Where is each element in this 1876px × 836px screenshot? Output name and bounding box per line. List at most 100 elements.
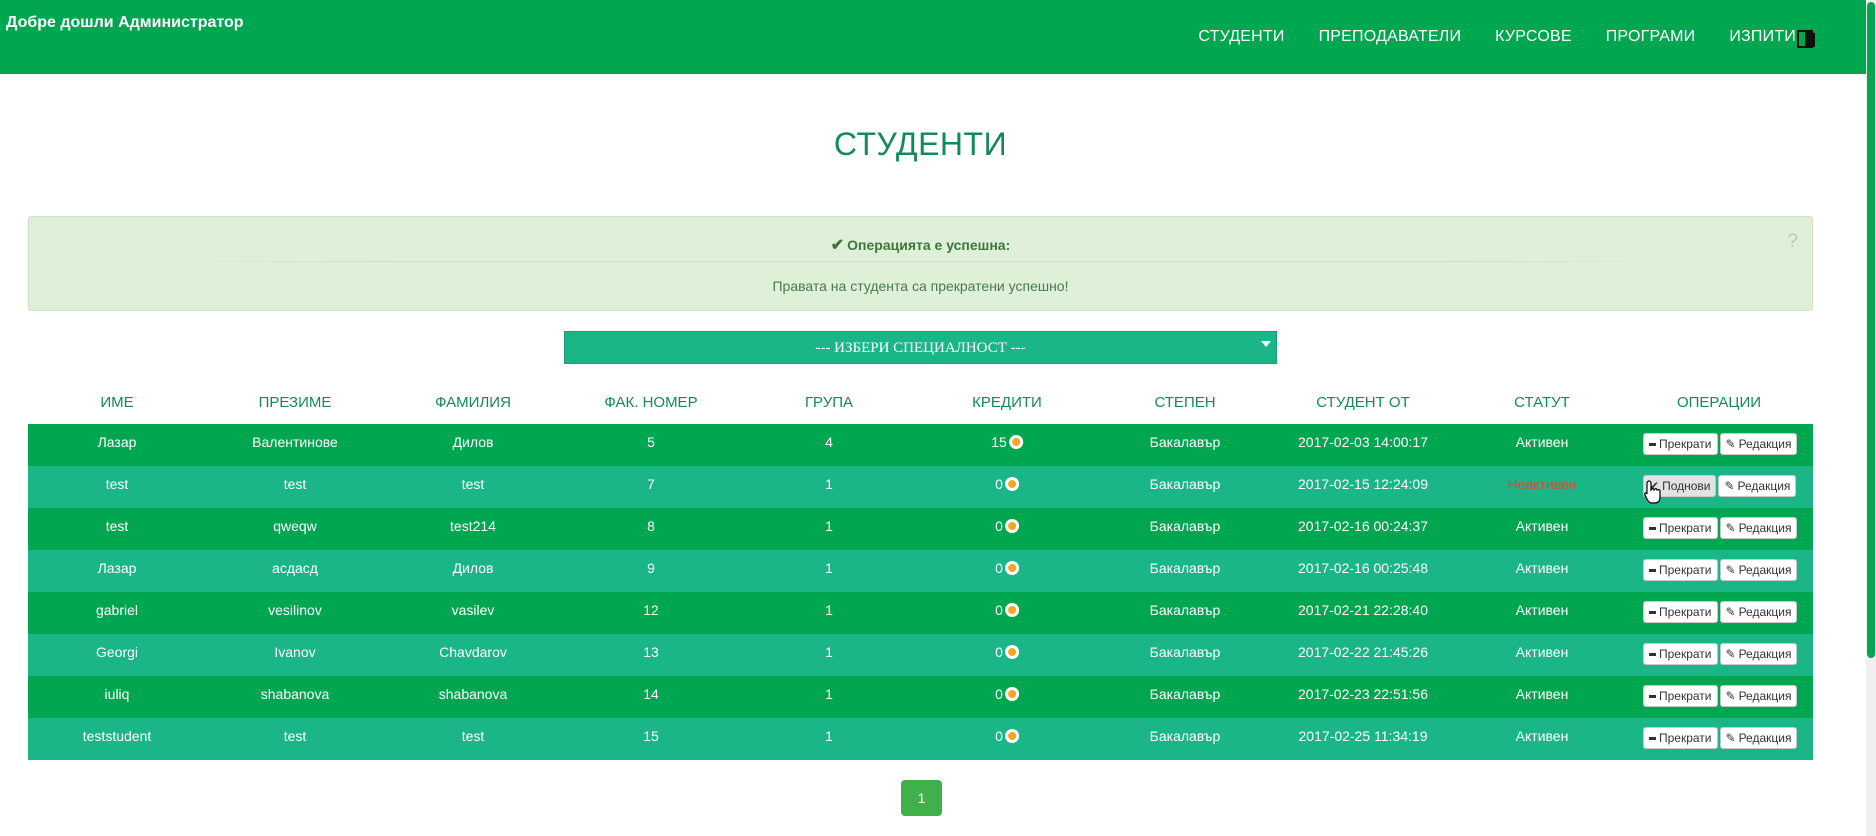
row-operations: ✔ Поднови ✎ Редакция — [1643, 475, 1797, 497]
edit-label: Редакция — [1738, 521, 1792, 535]
nav-exams[interactable]: ИЗПИТИ — [1729, 28, 1796, 46]
table-row: Лазар асдасд Дилов 9 1 0 Бакалавър 2017-02-16 0… — [28, 550, 1813, 592]
cell-group-text: 1 — [825, 602, 833, 618]
col-student-since[interactable]: СТУДЕНТ ОТ — [1316, 394, 1410, 411]
pagination-page-1[interactable]: 1 — [901, 780, 942, 816]
edit-label: Редакция — [1738, 563, 1792, 577]
cell-last-name: test — [462, 728, 485, 744]
cell-last-name-text: Дилов — [452, 560, 494, 576]
cell-middle-name-text: Ivanov — [274, 644, 316, 660]
action-label: Прекрати — [1659, 689, 1712, 703]
cell-last-name: shabanova — [439, 686, 508, 702]
page-title: СТУДЕНТИ — [833, 126, 1008, 162]
col-degree[interactable]: СТЕПЕН — [1154, 394, 1215, 411]
col-last-name[interactable]: ФАМИЛИЯ — [435, 394, 511, 411]
cell-status: Активен — [1516, 434, 1569, 450]
terminate-button[interactable]: Прекрати — [1643, 727, 1718, 749]
cell-group-text: 1 — [825, 728, 833, 744]
minus-icon — [1649, 442, 1656, 446]
cell-faculty-number: 9 — [647, 560, 655, 576]
edit-button[interactable]: ✎ Редакция — [1719, 685, 1798, 707]
minus-icon — [1649, 526, 1656, 530]
cell-student-since: 2017-02-23 22:51:56 — [1298, 686, 1428, 702]
cell-last-name: Chavdarov — [439, 644, 507, 660]
terminate-button[interactable]: Прекрати — [1643, 685, 1718, 707]
table-row: test test test 7 1 0 Бакалавър 2017-02-15 12:24… — [28, 466, 1813, 508]
credit-coin-icon — [1004, 519, 1019, 533]
cell-degree-text: Бакалавър — [1149, 560, 1221, 576]
col-middle-name[interactable]: ПРЕЗИМЕ — [259, 394, 332, 411]
col-first-name[interactable]: ИМЕ — [100, 394, 133, 411]
terminate-button[interactable]: Прекрати — [1643, 601, 1718, 623]
cell-degree: Бакалавър — [1150, 434, 1221, 450]
edit-button[interactable]: ✎ Редакция — [1719, 517, 1798, 539]
cell-status-text: Активен — [1515, 560, 1569, 576]
cell-student-since-text: 2017-02-25 11:34:19 — [1298, 728, 1428, 744]
cell-middle-name-text: shabanova — [260, 686, 330, 702]
col-faculty-number[interactable]: ФАК. НОМЕР — [604, 394, 697, 411]
edit-button[interactable]: ✎ Редакция — [1718, 475, 1797, 497]
col-status[interactable]: СТАТУТ — [1514, 394, 1570, 411]
terminate-button[interactable]: Прекрати — [1643, 433, 1718, 455]
edit-label: Редакция — [1738, 605, 1792, 619]
cell-faculty-number-text: 8 — [647, 518, 655, 534]
cell-student-since: 2017-02-25 11:34:19 — [1299, 728, 1428, 744]
scrollbar-thumb[interactable] — [1867, 2, 1875, 658]
help-icon[interactable]: ? — [1787, 231, 1798, 253]
cell-first-name-text: test — [105, 518, 129, 534]
action-label: Прекрати — [1659, 605, 1712, 619]
cell-middle-name: vesilinov — [268, 602, 322, 618]
terminate-button[interactable]: Прекрати — [1643, 643, 1718, 665]
cell-faculty-number-text: 7 — [647, 476, 655, 492]
table-row: iuliq shabanova shabanova 14 1 0 Бакалавър 2017… — [28, 676, 1813, 718]
main-nav: СТУДЕНТИ ПРЕПОДАВАТЕЛИ КУРСОВЕ ПРОГРАМИ … — [1164, 28, 1796, 46]
col-credits[interactable]: КРЕДИТИ — [972, 394, 1042, 411]
terminate-button[interactable]: Прекрати — [1643, 517, 1718, 539]
edit-button[interactable]: ✎ Редакция — [1719, 433, 1798, 455]
page-scrollbar[interactable] — [1866, 0, 1876, 836]
check-icon: ✔ — [830, 237, 845, 254]
cell-middle-name: qweqw — [273, 518, 317, 534]
cell-last-name: test214 — [450, 518, 496, 534]
credit-coin-icon — [1004, 561, 1019, 575]
cell-middle-name-text: qweqw — [273, 518, 317, 534]
nav-students[interactable]: СТУДЕНТИ — [1198, 28, 1284, 46]
nav-teachers[interactable]: ПРЕПОДАВАТЕЛИ — [1319, 28, 1462, 46]
cell-credits: 0 — [995, 518, 1019, 534]
cell-student-since: 2017-02-03 14:00:17 — [1298, 434, 1428, 450]
nav-programs[interactable]: ПРОГРАМИ — [1606, 28, 1696, 46]
cell-last-name: Дилов — [453, 434, 494, 450]
cell-degree: Бакалавър — [1150, 686, 1221, 702]
cell-student-since: 2017-02-16 00:24:37 — [1298, 518, 1428, 534]
cell-first-name: iuliq — [105, 686, 130, 702]
cell-credits: 0 — [995, 686, 1019, 702]
cell-status: Активен — [1516, 518, 1569, 534]
edit-button[interactable]: ✎ Редакция — [1719, 559, 1798, 581]
nav-courses[interactable]: КУРСОВЕ — [1495, 28, 1572, 46]
cell-degree: Бакалавър — [1150, 476, 1221, 492]
cell-group: 1 — [825, 686, 833, 702]
cell-student-since: 2017-02-15 12:24:09 — [1298, 476, 1428, 492]
terminate-button[interactable]: Прекрати — [1643, 559, 1718, 581]
cell-group: 1 — [825, 560, 833, 576]
cell-student-since: 2017-02-22 21:45:26 — [1298, 644, 1428, 660]
edit-icon: ✎ — [1724, 479, 1735, 493]
action-label: Прекрати — [1659, 563, 1712, 577]
cell-last-name-text: Chavdarov — [439, 644, 507, 660]
cell-group-text: 1 — [825, 518, 833, 534]
logout-door-icon[interactable] — [1797, 30, 1817, 48]
cell-degree: Бакалавър — [1150, 518, 1221, 534]
specialty-select[interactable]: --- ИЗБЕРИ СПЕЦИАЛНОСТ --- — [564, 331, 1277, 364]
cell-status: Активен — [1516, 686, 1569, 702]
col-group[interactable]: ГРУПА — [805, 394, 853, 411]
cell-middle-name: Ivanov — [274, 644, 315, 660]
cell-first-name-text: Лазар — [97, 560, 137, 576]
cell-first-name: test — [106, 518, 129, 534]
cell-credits: 0 — [995, 728, 1019, 744]
edit-button[interactable]: ✎ Редакция — [1719, 643, 1798, 665]
students-table-body: Лазар Валентинове Дилов 5 4 15 Бакалавър 2017-0… — [28, 424, 1813, 760]
edit-button[interactable]: ✎ Редакция — [1719, 727, 1798, 749]
cell-group: 1 — [825, 728, 833, 744]
edit-button[interactable]: ✎ Редакция — [1719, 601, 1798, 623]
cell-first-name-text: Лазар — [97, 434, 137, 450]
